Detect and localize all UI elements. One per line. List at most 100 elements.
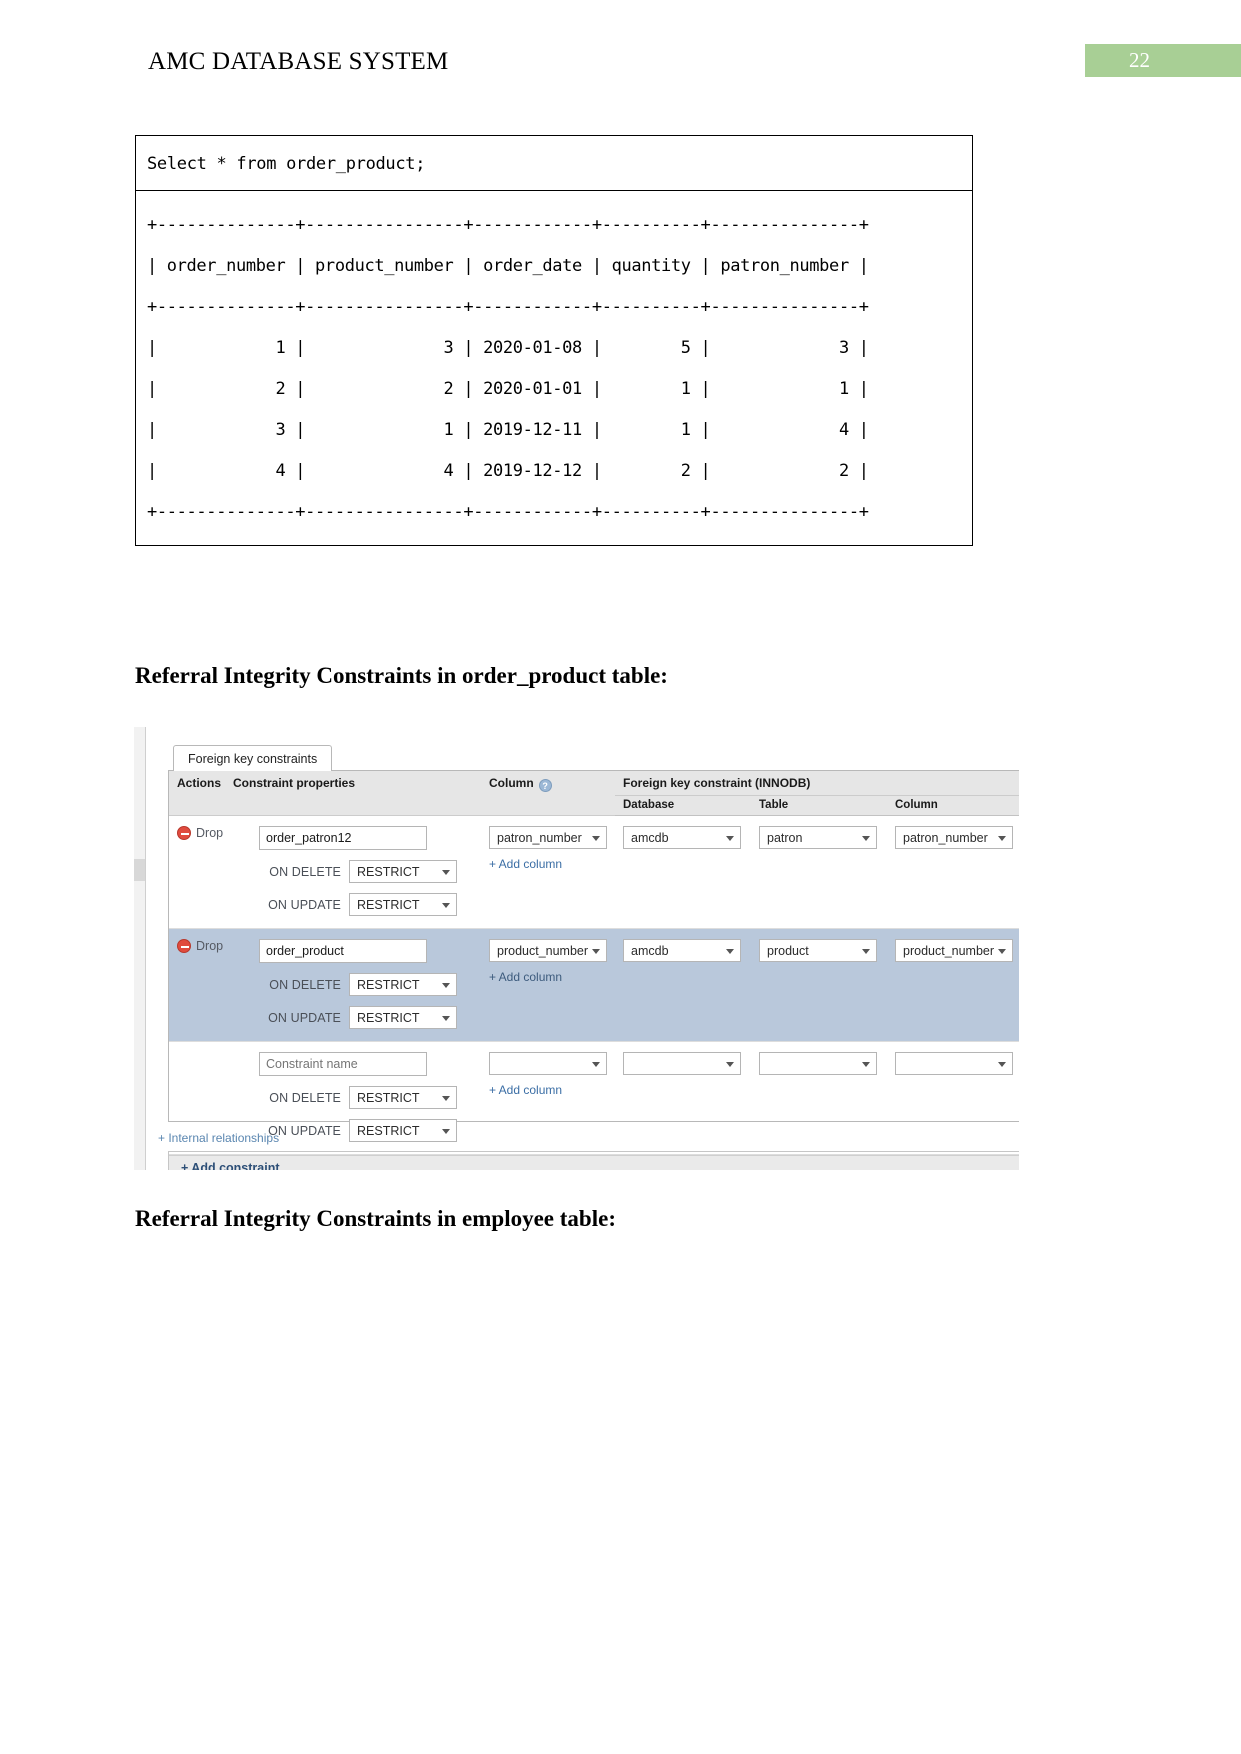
sql-sep-top: +--------------+----------------+-------… [147,215,869,235]
on-delete-value: RESTRICT [357,864,420,879]
table-select[interactable]: patron [759,826,877,849]
constraint-name-input[interactable] [259,939,427,963]
drop-constraint-button[interactable]: Drop [177,939,223,953]
chevron-down-icon [592,948,600,954]
phpmyadmin-screenshot: Foreign key constraints Actions Constrai… [134,727,1019,1170]
sql-data-row: | 3 | 1 | 2019-12-11 | 1 | 4 | [147,420,869,440]
sql-sep-mid: +--------------+----------------+-------… [147,297,869,317]
header-column-label: Column [489,776,534,790]
page-scrollbar[interactable] [134,727,146,1170]
header-fk-column: Column [887,795,1019,816]
scrollbar-thumb[interactable] [134,859,145,881]
on-delete-value: RESTRICT [357,1090,420,1105]
fk-column-cell [887,1041,1019,1155]
chevron-down-icon [862,948,870,954]
chevron-down-icon [442,1128,450,1134]
constraint-name-input[interactable] [259,826,427,850]
table-cell: product [751,928,887,1042]
help-icon[interactable]: ? [538,779,552,792]
on-update-label: ON UPDATE [268,897,341,912]
fk-column-cell: product_number [887,928,1019,1042]
constraint-row: Drop ON DELETE RESTRICT [169,928,1019,1042]
header-actions: Actions [169,771,225,816]
database-cell: amcdb [615,928,751,1042]
table-cell: patron [751,815,887,929]
source-column-select[interactable]: patron_number [489,826,607,849]
on-update-row: ON UPDATE RESTRICT [259,1006,475,1029]
chevron-down-icon [998,948,1006,954]
drop-label: Drop [196,939,224,953]
sql-data-row: | 1 | 3 | 2020-01-08 | 5 | 3 | [147,338,869,358]
chevron-down-icon [998,1061,1006,1067]
on-update-select[interactable]: RESTRICT [349,893,457,916]
constraint-properties-cell: ON DELETE RESTRICT ON UPDATE RESTRICT [225,928,481,1042]
add-column-link[interactable]: + Add column [489,857,609,871]
on-update-value: RESTRICT [357,1010,420,1025]
column-cell: + Add column [481,1041,615,1155]
database-cell [615,1041,751,1155]
chevron-down-icon [592,1061,600,1067]
on-delete-label: ON DELETE [269,864,341,879]
internal-relationships-link[interactable]: + Internal relationships [158,1131,279,1145]
table-select[interactable] [759,1052,877,1075]
constraint-name-input[interactable] [259,1052,427,1076]
header-foreign-key-group: Foreign key constraint (INNODB) [615,771,1019,796]
on-update-label: ON UPDATE [268,1010,341,1025]
sql-console-block: Select * from order_product; +----------… [135,135,973,546]
on-delete-row: ON DELETE RESTRICT [259,973,475,996]
on-update-value: RESTRICT [357,897,420,912]
database-value: amcdb [631,830,669,845]
add-constraint-button[interactable]: + Add constraint [169,1155,1019,1170]
fk-column-select[interactable]: patron_number [895,826,1013,849]
on-update-row: ON UPDATE RESTRICT [259,1119,475,1142]
source-column-select[interactable] [489,1052,607,1075]
foreign-key-constraints-panel: Actions Constraint properties Column? Fo… [168,770,1019,1170]
fk-column-cell: patron_number [887,815,1019,929]
section-heading-order-product: Referral Integrity Constraints in order_… [135,663,668,688]
actions-cell: Drop [169,815,225,929]
chevron-down-icon [862,1061,870,1067]
document-title: AMC DATABASE SYSTEM [148,48,449,75]
chevron-down-icon [726,948,734,954]
on-delete-select[interactable]: RESTRICT [349,1086,457,1109]
on-update-value: RESTRICT [357,1123,420,1138]
chevron-down-icon [592,835,600,841]
table-header-row: Actions Constraint properties Column? Fo… [169,771,1019,816]
sql-header-row: | order_number | product_number | order_… [147,256,869,276]
database-select[interactable]: amcdb [623,939,741,962]
fk-column-value: patron_number [903,830,988,845]
header-constraint-properties: Constraint properties [225,771,481,816]
header-table: Table [751,795,887,816]
column-cell: patron_number + Add column [481,815,615,929]
fk-column-select[interactable]: product_number [895,939,1013,962]
on-update-select[interactable]: RESTRICT [349,1006,457,1029]
screenshot-content: Foreign key constraints Actions Constrai… [146,727,1019,1170]
on-delete-select[interactable]: RESTRICT [349,860,457,883]
drop-icon [177,939,191,953]
sql-query-text: Select * from order_product; [136,136,972,191]
on-delete-select[interactable]: RESTRICT [349,973,457,996]
on-update-select[interactable]: RESTRICT [349,1119,457,1142]
foreign-key-table: Actions Constraint properties Column? Fo… [169,771,1019,1155]
sql-result-table: +--------------+----------------+-------… [136,191,972,545]
constraint-properties-cell: ON DELETE RESTRICT ON UPDATE RESTRICT [225,815,481,929]
chevron-down-icon [998,835,1006,841]
table-cell [751,1041,887,1155]
source-column-select[interactable]: product_number [489,939,607,962]
database-select[interactable]: amcdb [623,826,741,849]
sql-data-row: | 4 | 4 | 2019-12-12 | 2 | 2 | [147,461,869,481]
add-column-link[interactable]: + Add column [489,970,609,984]
database-select[interactable] [623,1052,741,1075]
on-update-row: ON UPDATE RESTRICT [259,893,475,916]
add-column-link[interactable]: + Add column [489,1083,609,1097]
chevron-down-icon [726,1061,734,1067]
drop-constraint-button[interactable]: Drop [177,826,223,840]
sql-data-row: | 2 | 2 | 2020-01-01 | 1 | 1 | [147,379,869,399]
source-column-value: patron_number [497,830,582,845]
table-select[interactable]: product [759,939,877,962]
constraint-row: Drop ON DELETE RESTRICT [169,815,1019,929]
fk-column-select[interactable] [895,1052,1013,1075]
tab-foreign-key-constraints[interactable]: Foreign key constraints [173,745,333,771]
drop-label: Drop [196,826,224,840]
page-number-badge: 22 [1085,44,1241,77]
